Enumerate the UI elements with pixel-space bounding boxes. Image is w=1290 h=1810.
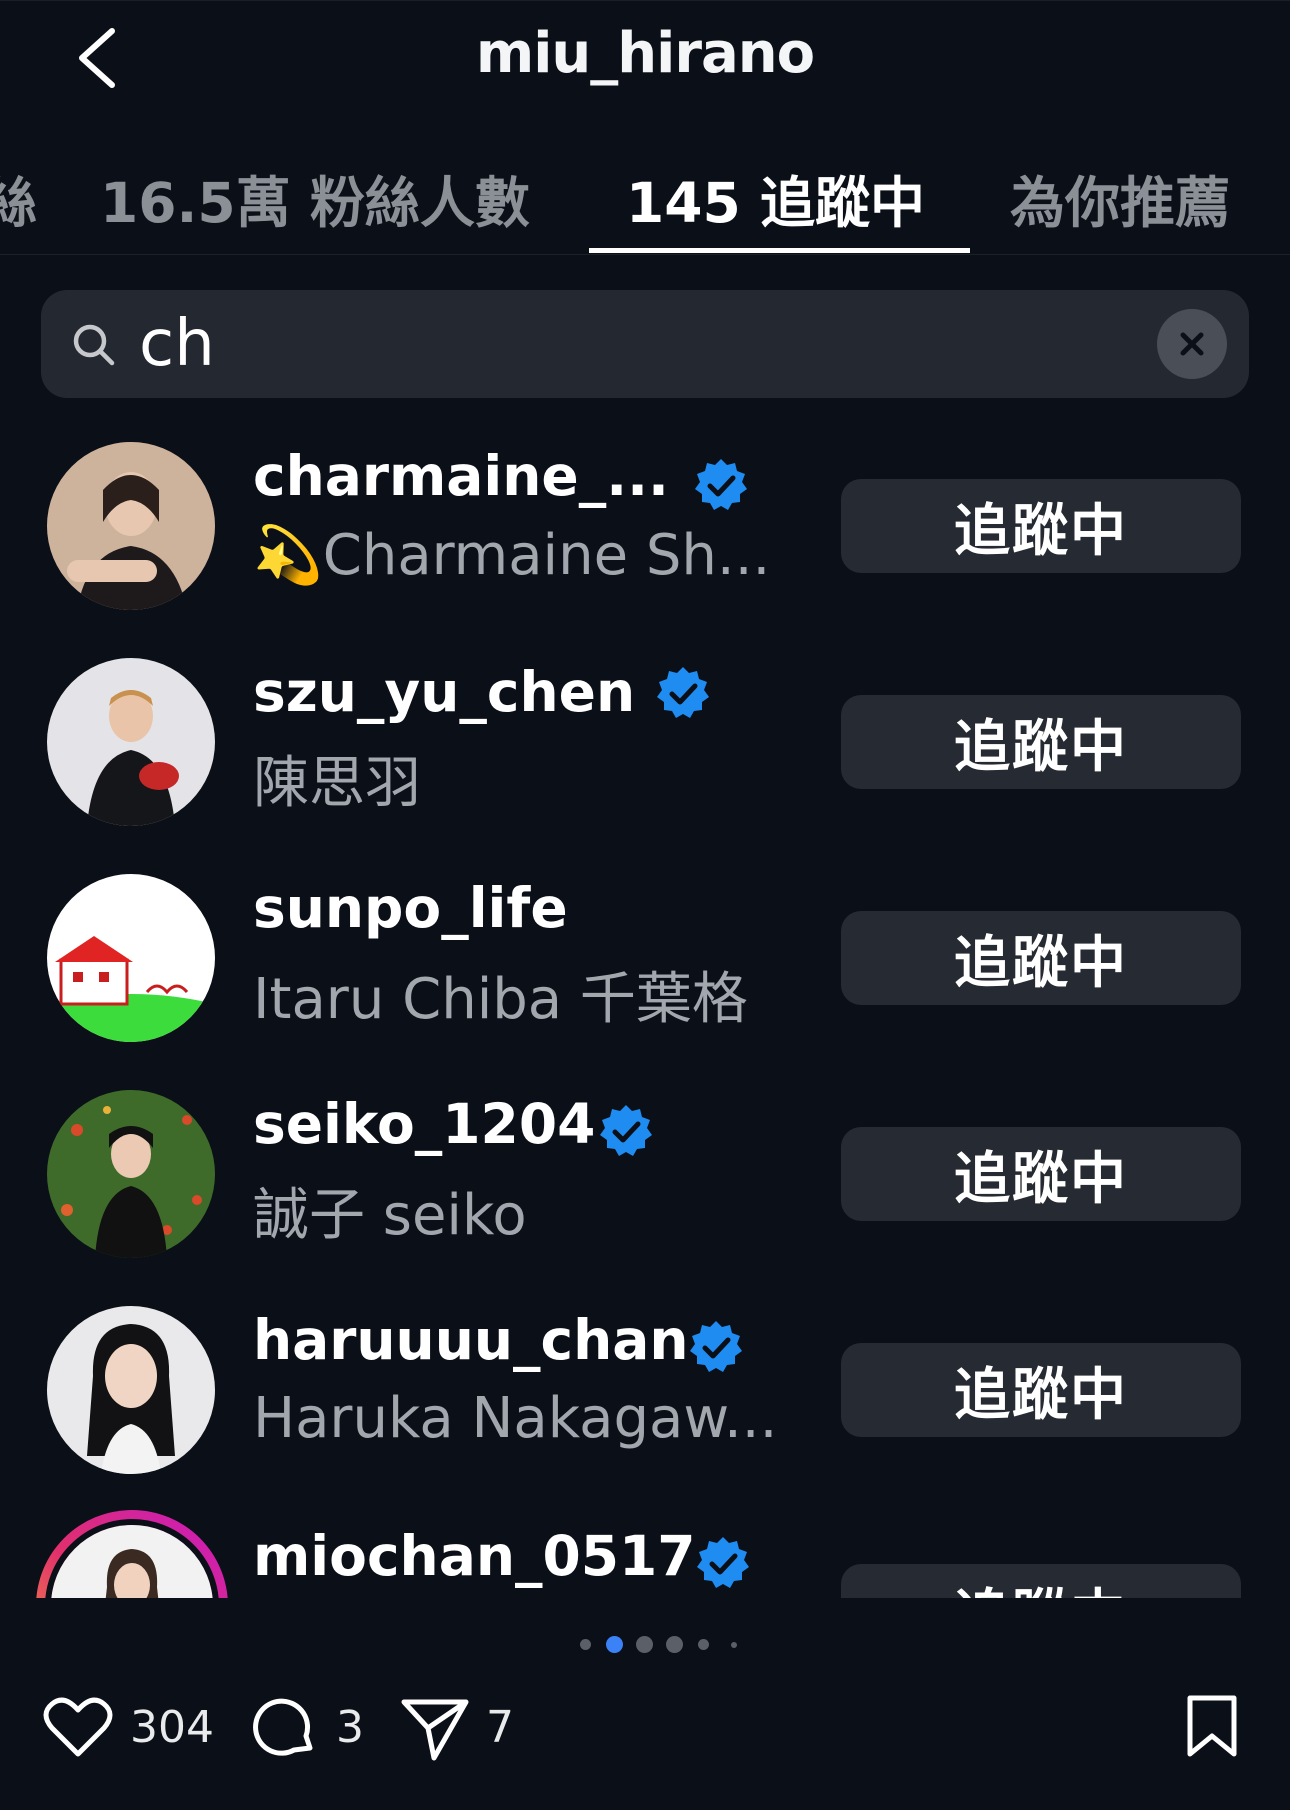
list-item: charmaine_... 💫Charmaine Sh... 追蹤中 [0,432,1290,648]
close-icon [1180,332,1204,356]
following-button[interactable]: 追蹤中 [841,1564,1241,1598]
post-action-bar: 304 3 7 [0,1690,1290,1770]
username[interactable]: sunpo_life [253,876,568,940]
avatar-image [51,1525,213,1598]
verified-badge-icon [697,1537,749,1588]
list-item: haruuuu_chan Haruka Nakagaw... 追蹤中 [0,1296,1290,1512]
list-item: miochan_0517 追蹤中 [0,1510,1290,1598]
bookmark-icon[interactable] [1184,1694,1240,1760]
following-button[interactable]: 追蹤中 [841,695,1241,789]
search-icon [73,324,115,366]
following-button[interactable]: 追蹤中 [841,1343,1241,1437]
clear-search-button[interactable] [1157,309,1227,379]
tab-following[interactable]: 145 追蹤中 [626,158,925,238]
avatar [45,1519,219,1598]
carousel-indicator [0,1634,1290,1654]
full-name: 💫Charmaine Sh... [253,523,771,588]
comment-count: 3 [336,1702,364,1753]
verified-badge-icon [695,459,747,510]
search-bar [41,290,1249,398]
username[interactable]: miochan_0517 [253,1524,696,1588]
following-button[interactable]: 追蹤中 [841,479,1241,573]
avatar-image [47,658,215,826]
following-button[interactable]: 追蹤中 [841,1127,1241,1221]
avatar-story-ring[interactable] [36,1510,228,1598]
avatar[interactable] [47,1306,215,1474]
search-input[interactable] [139,302,1139,386]
tab-followers[interactable]: 16.5萬 粉絲人數 [100,158,530,238]
username[interactable]: szu_yu_chen [253,660,635,724]
avatar[interactable] [47,1090,215,1258]
tab-followers-partial[interactable]: 絲 [0,158,37,238]
username[interactable]: haruuuu_chan [253,1308,689,1372]
carousel-dot [731,1642,737,1648]
share-count: 7 [486,1702,514,1753]
header: miu_hirano [0,0,1290,110]
tab-bar: 絲 16.5萬 粉絲人數 145 追蹤中 為你推薦 [0,140,1290,255]
avatar-image [47,1090,215,1258]
heart-icon[interactable] [42,1694,114,1760]
tab-suggested[interactable]: 為你推薦 [1010,158,1230,238]
following-list: charmaine_... 💫Charmaine Sh... 追蹤中 szu_y… [0,420,1290,1598]
username[interactable]: charmaine_... [253,444,669,508]
avatar-image [47,1306,215,1474]
carousel-dot [636,1636,653,1653]
list-item: szu_yu_chen 陳思羽 追蹤中 [0,648,1290,864]
full-name: 陳思羽 [253,751,421,816]
share-icon[interactable] [400,1694,470,1762]
active-tab-indicator [589,248,970,253]
carousel-dot [580,1639,591,1650]
verified-badge-icon [657,667,709,718]
full-name: 誠子 seiko [253,1183,527,1248]
avatar-image [47,874,215,1042]
username[interactable]: seiko_1204 [253,1092,595,1156]
carousel-dot [666,1636,683,1653]
comment-icon[interactable] [250,1694,318,1762]
list-item: sunpo_life Itaru Chiba 千葉格 追蹤中 [0,864,1290,1080]
list-item: seiko_1204 誠子 seiko 追蹤中 [0,1080,1290,1296]
avatar[interactable] [47,658,215,826]
avatar-image [47,442,215,610]
verified-badge-icon [690,1321,742,1372]
avatar[interactable] [47,442,215,610]
like-count: 304 [130,1702,214,1753]
carousel-dot [698,1639,709,1650]
full-name: Haruka Nakagaw... [253,1386,778,1451]
full-name: Itaru Chiba 千葉格 [253,967,748,1032]
following-button[interactable]: 追蹤中 [841,911,1241,1005]
carousel-dot-active [606,1636,623,1653]
avatar[interactable] [47,874,215,1042]
page-title: miu_hirano [475,21,815,86]
verified-badge-icon [600,1105,652,1156]
